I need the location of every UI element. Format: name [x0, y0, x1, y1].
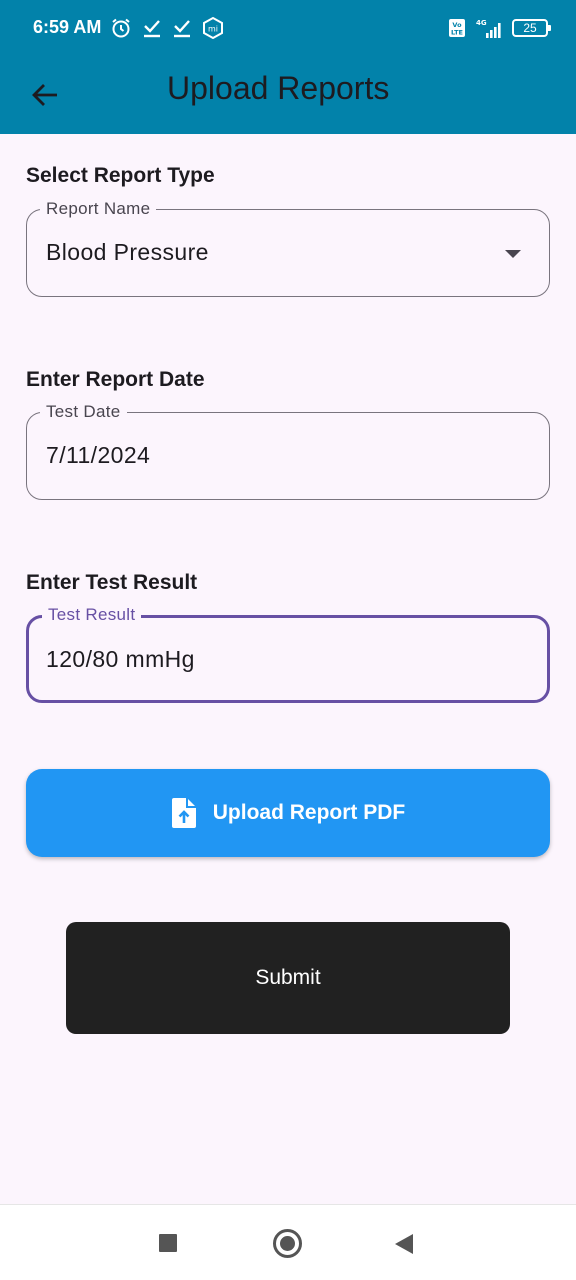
- test-result-field[interactable]: Test Result 120/80 mmHg: [26, 604, 550, 703]
- report-type-label: Select Report Type: [26, 164, 215, 187]
- alarm-icon: [112, 18, 130, 38]
- check-icon: [174, 20, 190, 38]
- test-result-legend: Test Result: [42, 604, 142, 626]
- svg-text:LTE: LTE: [451, 29, 463, 37]
- arrow-left-icon: [32, 84, 57, 106]
- upload-report-pdf-button[interactable]: Upload Report PDF: [26, 769, 550, 857]
- test-date-legend: Test Date: [40, 401, 127, 423]
- test-result-label: Enter Test Result: [26, 571, 198, 594]
- signal-icon: 4G: [476, 19, 501, 38]
- status-system-icons: Vo LTE 4G 25: [448, 15, 551, 41]
- battery-icon: 25: [512, 19, 551, 37]
- status-time: 6:59 AM: [33, 17, 102, 37]
- test-result-value: 120/80 mmHg: [46, 646, 195, 672]
- recents-icon[interactable]: [159, 1234, 177, 1252]
- report-name-legend: Report Name: [40, 198, 157, 220]
- status-bar: 6:59 AM mi Vo LTE 4G 25: [0, 0, 576, 56]
- volte-icon: Vo LTE: [449, 19, 465, 37]
- test-date-field[interactable]: Test Date 7/11/2024: [26, 401, 550, 500]
- check-icon: [144, 20, 160, 38]
- battery-level: 25: [523, 21, 537, 35]
- submit-button-label: Submit: [255, 966, 321, 989]
- submit-button[interactable]: Submit: [66, 922, 510, 1034]
- upload-button-label: Upload Report PDF: [212, 801, 406, 824]
- report-name-value: Blood Pressure: [46, 239, 209, 265]
- report-name-dropdown[interactable]: Report Name Blood Pressure: [26, 198, 550, 297]
- status-notification-icons: mi: [110, 15, 224, 41]
- file-upload-icon: [171, 798, 196, 828]
- test-date-value: 7/11/2024: [46, 442, 151, 468]
- system-nav-bar: [0, 1204, 576, 1280]
- back-icon[interactable]: [395, 1234, 413, 1254]
- page-title: Upload Reports: [167, 70, 390, 106]
- back-button[interactable]: [20, 70, 70, 120]
- svg-text:mi: mi: [208, 25, 218, 34]
- home-icon[interactable]: [273, 1229, 302, 1258]
- report-date-label: Enter Report Date: [26, 368, 205, 391]
- mi-icon: mi: [203, 17, 223, 39]
- app-bar: Upload Reports: [0, 56, 576, 134]
- svg-text:4G: 4G: [476, 19, 487, 27]
- dropdown-arrow-icon: [505, 250, 521, 258]
